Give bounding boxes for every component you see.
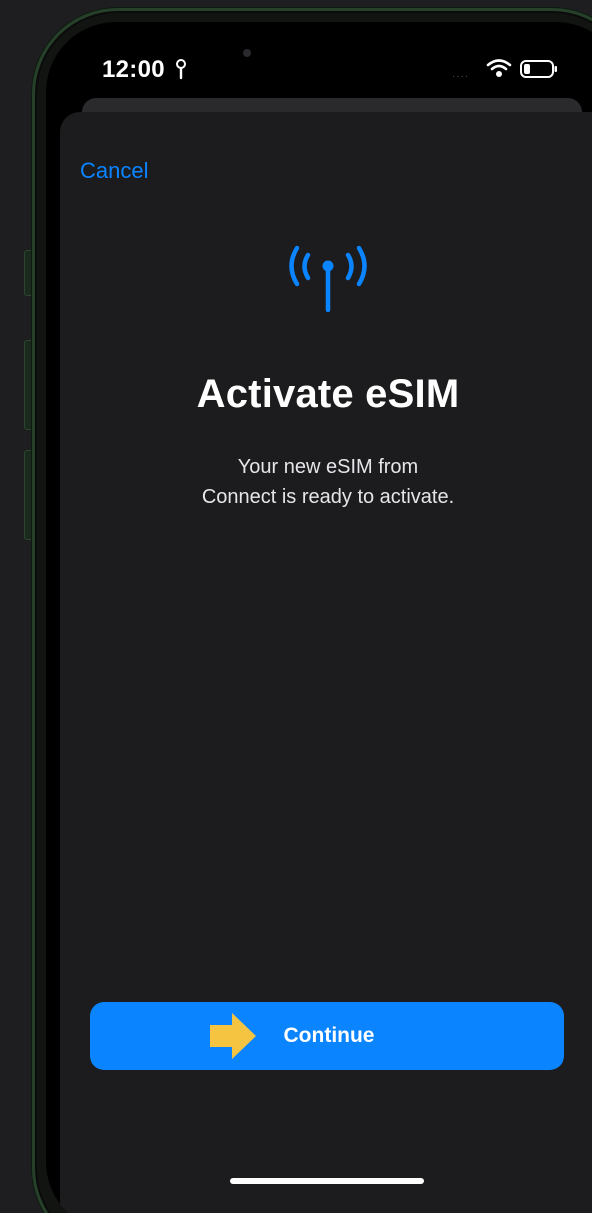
page-title: Activate eSIM [196,372,460,416]
activate-esim-sheet: Cancel Activate eSIM Your new eSIM from … [60,112,592,1213]
cancel-button[interactable]: Cancel [80,158,148,184]
home-indicator[interactable] [230,1178,424,1184]
continue-label: Continue [283,1024,375,1047]
description-line-1: Your new eSIM from [237,456,419,478]
page: 12:00 ···· Cancel Activate eSIM Your new… [0,0,592,1213]
description: Your new eSIM from Connect is ready to a… [60,452,592,512]
signal-dots-icon: ···· [452,71,470,82]
status-time: 12:00 [102,56,165,83]
phone-screen: 12:00 ···· Cancel Activate eSIM Your new… [46,22,592,1213]
antenna-signal-icon [289,245,367,312]
battery-icon [520,60,557,78]
description-line-2: Connect is ready to activate. [201,486,455,508]
notch [222,22,456,78]
front-camera [243,49,251,57]
continue-button[interactable]: Continue [90,1002,564,1070]
wifi-icon [486,59,512,77]
location-arrow-icon [176,59,186,80]
